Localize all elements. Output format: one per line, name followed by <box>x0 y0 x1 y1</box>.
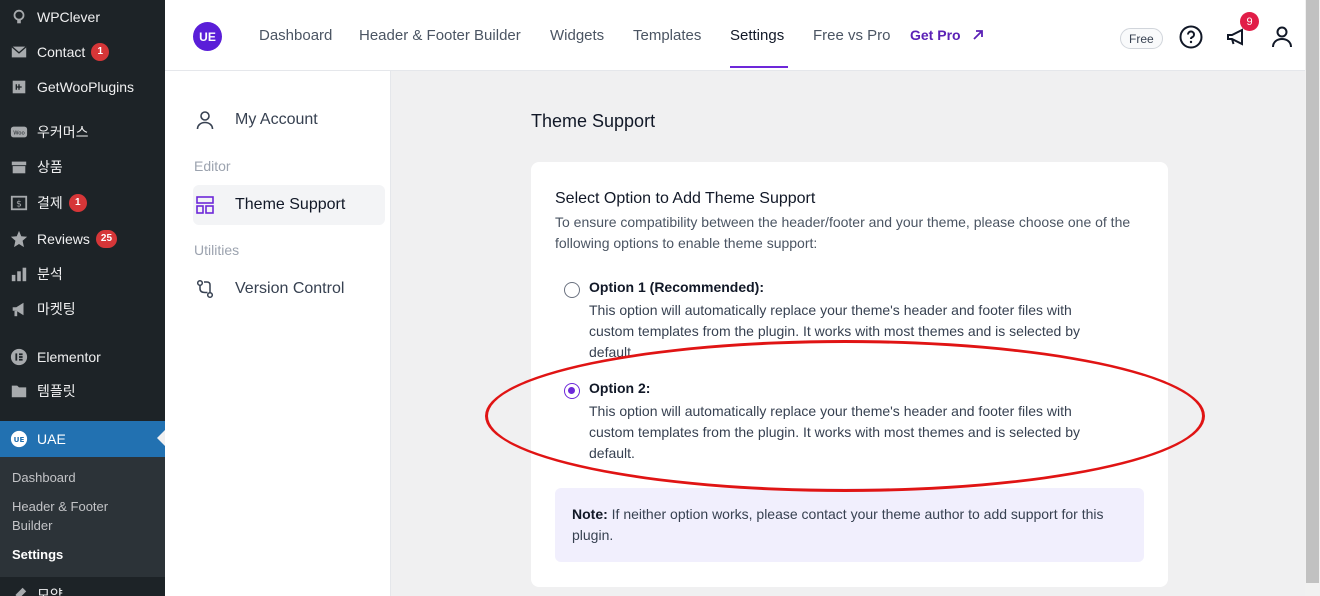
wp-menu-label: 마켓팅 <box>37 301 76 317</box>
side-item-label: Theme Support <box>235 196 346 213</box>
option-2-radio[interactable] <box>564 383 580 399</box>
uae-icon: UE <box>9 429 29 449</box>
theme-support-card: Select Option to Add Theme Support To en… <box>531 162 1168 587</box>
active-tab-underline <box>730 66 788 68</box>
nav-header-footer-builder[interactable]: Header & Footer Builder <box>359 0 521 70</box>
help-icon[interactable] <box>1178 24 1204 50</box>
svg-text:UE: UE <box>14 435 25 444</box>
note-label: Note: <box>572 506 608 522</box>
archive-icon <box>9 157 29 177</box>
count-badge: 25 <box>95 230 118 248</box>
svg-text:Woo: Woo <box>13 131 25 137</box>
wp-menu-uae[interactable]: UE UAE <box>0 421 165 457</box>
wp-menu-products[interactable]: 상품 <box>0 150 165 184</box>
brush-icon <box>9 585 29 596</box>
side-item-theme-support[interactable]: Theme Support <box>193 185 385 225</box>
get-pro-label: Get Pro <box>910 27 961 43</box>
wp-menu-elementor[interactable]: Elementor <box>0 340 165 374</box>
side-item-label: My Account <box>235 111 318 128</box>
wp-menu-label: Reviews <box>37 231 90 247</box>
wp-admin-sidebar: WPClever Contact 1 GetWooPlugins Woo 우커머… <box>0 0 165 596</box>
wp-menu-label: 모양 <box>37 587 63 596</box>
get-pro-link[interactable]: Get Pro <box>910 0 985 70</box>
wp-menu-payments[interactable]: $ 결제 1 <box>0 186 165 220</box>
settings-side-nav: My Account Editor Theme Support Utilitie… <box>165 71 391 596</box>
page-title: Theme Support <box>531 111 656 131</box>
wp-menu-label: 분석 <box>37 266 63 282</box>
svg-text:$: $ <box>16 200 22 210</box>
count-badge: 1 <box>91 43 110 61</box>
wp-menu-label: GetWooPlugins <box>37 79 135 95</box>
page-scrollbar-thumb[interactable] <box>1306 0 1319 583</box>
wp-menu-reviews[interactable]: Reviews 25 <box>0 222 165 256</box>
nav-widgets[interactable]: Widgets <box>550 0 604 70</box>
uae-logo[interactable]: UE <box>193 22 222 51</box>
wp-submenu-uae: Dashboard Header & Footer Builder Settin… <box>0 457 165 577</box>
megaphone-icon <box>9 299 29 319</box>
woo-icon: Woo <box>9 122 29 142</box>
mail-icon <box>9 42 29 62</box>
user-icon[interactable] <box>1269 24 1295 50</box>
wp-menu-label: 결제 <box>37 195 63 211</box>
folder-icon <box>9 381 29 401</box>
wp-menu-appearance[interactable]: 모양 <box>0 578 165 596</box>
nav-dashboard[interactable]: Dashboard <box>259 0 332 70</box>
plugin-icon <box>9 77 29 97</box>
side-item-version-control[interactable]: Version Control <box>193 269 385 309</box>
wp-menu-templates[interactable]: 템플릿 <box>0 374 165 408</box>
bar-chart-icon <box>9 264 29 284</box>
plan-badge: Free <box>1120 28 1163 49</box>
note-text: If neither option works, please contact … <box>572 506 1104 543</box>
wp-menu-label: 상품 <box>37 159 63 175</box>
wp-menu-label: WPClever <box>37 9 101 25</box>
git-branch-icon <box>193 279 217 299</box>
wp-menu-label: Contact <box>37 44 86 60</box>
wp-menu-label: Elementor <box>37 349 101 365</box>
wp-menu-woocommerce[interactable]: Woo 우커머스 <box>0 115 165 149</box>
nav-settings[interactable]: Settings <box>730 0 784 70</box>
option-1-label[interactable]: Option 1 (Recommended): <box>589 279 764 295</box>
wp-menu-label: UAE <box>37 431 66 447</box>
wp-submenu-header-footer-builder[interactable]: Header & Footer Builder <box>12 497 130 535</box>
wp-menu-label: 템플릿 <box>37 383 76 399</box>
wp-submenu-settings[interactable]: Settings <box>12 545 152 564</box>
wp-menu-analytics[interactable]: 분석 <box>0 257 165 291</box>
nav-free-vs-pro[interactable]: Free vs Pro <box>813 0 891 70</box>
active-menu-arrow <box>157 430 165 446</box>
side-group-editor: Editor <box>194 158 231 174</box>
wp-menu-marketing[interactable]: 마켓팅 <box>0 292 165 326</box>
user-icon <box>193 110 217 130</box>
layout-icon <box>193 195 217 215</box>
option-1-description: This option will automatically replace y… <box>589 302 1080 360</box>
option-2-label[interactable]: Option 2: <box>589 380 650 396</box>
card-title: Select Option to Add Theme Support <box>555 190 816 207</box>
notification-badge: 9 <box>1240 12 1259 31</box>
arrow-up-right-icon <box>972 30 983 40</box>
wp-menu-wpclever[interactable]: WPClever <box>0 0 165 34</box>
side-item-my-account[interactable]: My Account <box>193 100 385 140</box>
wp-submenu-dashboard[interactable]: Dashboard <box>12 468 152 487</box>
elementor-icon <box>9 347 29 367</box>
wp-menu-label: 우커머스 <box>37 124 89 140</box>
wp-menu-contact[interactable]: Contact 1 <box>0 35 165 69</box>
note-box: Note: If neither option works, please co… <box>555 488 1144 562</box>
nav-templates[interactable]: Templates <box>633 0 701 70</box>
wp-menu-getwooplugins[interactable]: GetWooPlugins <box>0 70 165 104</box>
side-item-label: Version Control <box>235 280 345 297</box>
count-badge: 1 <box>68 194 87 212</box>
lightbulb-icon <box>9 7 29 27</box>
option-1-radio[interactable] <box>564 282 580 298</box>
option-2-description: This option will automatically replace y… <box>589 403 1080 461</box>
side-group-utilities: Utilities <box>194 242 240 258</box>
star-icon <box>9 229 29 249</box>
top-header: UE Dashboard Header & Footer Builder Wid… <box>165 0 1305 71</box>
card-description: To ensure compatibility between the head… <box>555 214 1131 251</box>
dollar-icon: $ <box>9 193 29 213</box>
